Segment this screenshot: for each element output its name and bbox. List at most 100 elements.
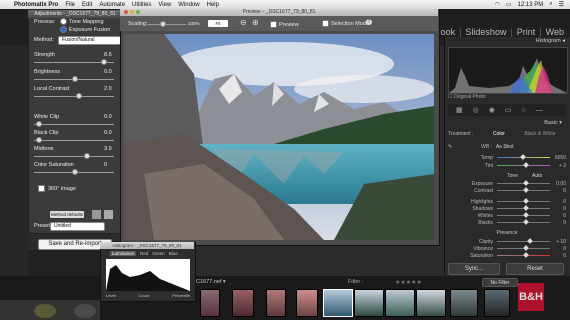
vibrance-slider[interactable]: Vibrance 0: [448, 245, 566, 252]
module-web[interactable]: Web: [546, 27, 564, 37]
minimize-icon[interactable]: [130, 10, 134, 14]
slider-track[interactable]: [497, 198, 550, 204]
battery-icon[interactable]: ▭: [506, 1, 512, 8]
redeye-tool-icon[interactable]: ◉: [489, 106, 495, 114]
slider-knob[interactable]: [522, 219, 529, 225]
slider-knob[interactable]: [522, 205, 529, 211]
contrast-slider[interactable]: Contrast 0: [448, 187, 566, 194]
slider-value[interactable]: 0: [550, 253, 566, 259]
tab-blue[interactable]: Blue: [169, 251, 178, 256]
slider-value[interactable]: 3.9: [104, 146, 112, 152]
slider-track[interactable]: [497, 187, 550, 193]
preview-checkbox[interactable]: Preview: [270, 21, 299, 28]
tone-auto-button[interactable]: Auto: [532, 173, 542, 179]
filmstrip-thumb[interactable]: [385, 289, 415, 317]
method-select[interactable]: Fusion/Natural: [58, 36, 121, 45]
original-photo-toggle[interactable]: ☐ Original Photo: [448, 94, 486, 100]
filmstrip-thumb[interactable]: [232, 289, 254, 317]
sync-button[interactable]: Sync...: [448, 263, 500, 275]
menu-utilities[interactable]: Utilities: [132, 2, 151, 8]
module-slideshow[interactable]: Slideshow: [465, 27, 506, 37]
slider-knob[interactable]: [522, 252, 529, 258]
slider-knob[interactable]: [522, 212, 529, 218]
white-clip-slider[interactable]: [34, 124, 114, 125]
brush-tool-icon[interactable]: —: [536, 107, 543, 114]
filmstrip-thumb[interactable]: [200, 289, 220, 317]
preset-load-icon[interactable]: [104, 210, 113, 219]
saturation-slider[interactable]: Saturation 0: [448, 252, 566, 259]
menubar-clock[interactable]: 12:13 PM: [518, 2, 544, 8]
slider-knob[interactable]: [522, 180, 529, 186]
slider-track[interactable]: [497, 245, 550, 251]
slider-knob[interactable]: [522, 198, 529, 204]
tab-green[interactable]: Green: [152, 251, 165, 256]
checkbox-360[interactable]: 360° image: [38, 185, 76, 192]
slider-value[interactable]: 0: [550, 246, 566, 252]
blacks-slider[interactable]: Blacks 0: [448, 219, 566, 226]
filter-select[interactable]: No Filter: [482, 278, 518, 287]
slider-value[interactable]: 8.6: [104, 52, 112, 58]
temp-slider[interactable]: Temp 5050: [448, 154, 566, 161]
slider-knob[interactable]: [526, 238, 533, 244]
slider-knob[interactable]: [76, 93, 82, 99]
filmstrip-thumb[interactable]: [450, 289, 478, 317]
slider-knob[interactable]: [84, 153, 90, 159]
crop-tool-icon[interactable]: ▦: [456, 106, 463, 114]
black-clip-slider[interactable]: [34, 140, 114, 141]
method-defaults-button[interactable]: Method defaults: [50, 211, 84, 218]
slider-value[interactable]: 0: [550, 188, 566, 194]
filmstrip-thumb[interactable]: [354, 289, 384, 317]
slider-knob[interactable]: [522, 162, 529, 168]
process-tone-mapping[interactable]: Tone Mapping: [60, 18, 104, 25]
basic-header[interactable]: Basic ▾: [448, 120, 562, 126]
zoom-in-icon[interactable]: ⊕: [252, 18, 259, 27]
radial-tool-icon[interactable]: ○: [521, 107, 525, 114]
zoom-out-icon[interactable]: ⊖: [240, 18, 247, 27]
exposure-slider[interactable]: Exposure 0.00: [448, 180, 566, 187]
slider-value[interactable]: 0: [550, 213, 566, 219]
slider-knob[interactable]: [36, 121, 42, 127]
slider-track[interactable]: [497, 205, 550, 211]
whites-slider[interactable]: Whites 0: [448, 212, 566, 219]
local-contrast-slider[interactable]: [34, 96, 114, 97]
wb-value[interactable]: As Shot: [496, 144, 514, 150]
menu-automate[interactable]: Automate: [99, 2, 125, 8]
star-filter[interactable]: ★★★★★: [395, 279, 422, 286]
tab-red[interactable]: Red: [140, 251, 148, 256]
slider-track[interactable]: [497, 238, 550, 244]
slider-knob[interactable]: [72, 76, 78, 82]
preset-select[interactable]: Untitled: [50, 222, 105, 231]
reset-button[interactable]: Reset: [506, 263, 564, 275]
slider-knob[interactable]: [522, 187, 529, 193]
slider-knob[interactable]: [72, 169, 78, 175]
slider-value[interactable]: 0.0: [104, 69, 112, 75]
scaling-slider[interactable]: [148, 24, 186, 25]
grad-tool-icon[interactable]: ▭: [505, 106, 512, 114]
spot-tool-icon[interactable]: ◎: [473, 106, 479, 114]
slider-track[interactable]: [497, 252, 550, 258]
slider-track[interactable]: [497, 162, 550, 168]
slider-value[interactable]: 0.00: [550, 181, 566, 187]
menu-view[interactable]: View: [158, 2, 171, 8]
wifi-icon[interactable]: ◠: [495, 1, 500, 8]
slider-knob[interactable]: [101, 59, 107, 65]
filmstrip-thumb[interactable]: [266, 289, 286, 317]
close-icon[interactable]: [124, 10, 128, 14]
slider-knob[interactable]: [522, 245, 529, 251]
preset-save-icon[interactable]: [92, 210, 101, 219]
menu-edit[interactable]: Edit: [82, 2, 92, 8]
slider-value[interactable]: 0.0: [104, 130, 112, 136]
highlights-slider[interactable]: Highlights 0: [448, 198, 566, 205]
slider-knob[interactable]: [36, 137, 42, 143]
eyedropper-icon[interactable]: ✎: [448, 144, 462, 150]
module-book[interactable]: ook: [441, 27, 456, 37]
midtone-slider[interactable]: [34, 156, 114, 157]
module-print[interactable]: Print: [517, 27, 536, 37]
menu-window[interactable]: Window: [178, 2, 199, 8]
slider-value[interactable]: 0: [550, 199, 566, 205]
slider-value[interactable]: 0: [550, 206, 566, 212]
spotlight-icon[interactable]: ⌕: [549, 1, 552, 8]
slider-knob[interactable]: [160, 21, 166, 27]
tab-luminance[interactable]: Luminance: [110, 251, 137, 256]
slider-knob[interactable]: [520, 154, 526, 160]
